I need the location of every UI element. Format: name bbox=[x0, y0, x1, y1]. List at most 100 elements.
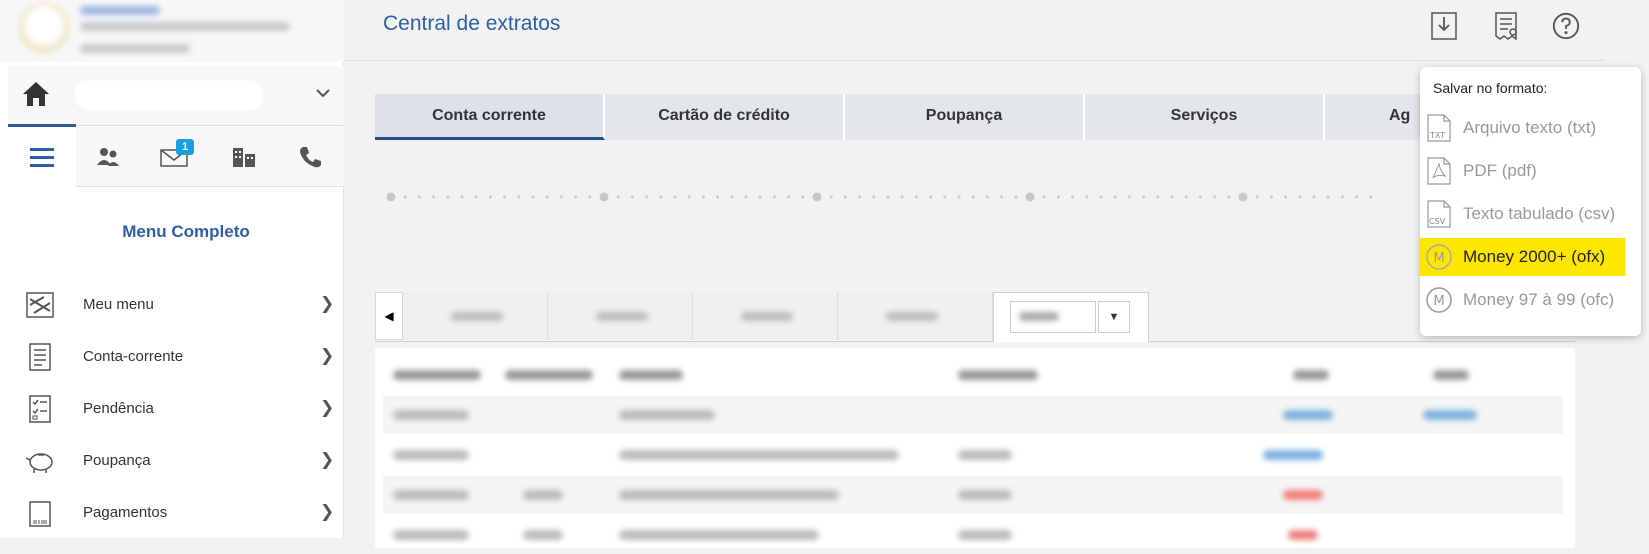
month-tab[interactable] bbox=[693, 292, 838, 340]
sidebar-item-pagamentos[interactable]: Pagamentos ❯ bbox=[0, 486, 344, 538]
page-title: Central de extratos bbox=[383, 12, 561, 35]
timeline-dot bbox=[1198, 195, 1202, 199]
timeline-dot bbox=[1014, 195, 1018, 199]
timeline-dot bbox=[1326, 195, 1330, 199]
messages-button[interactable] bbox=[154, 127, 194, 187]
timeline-dot bbox=[1284, 195, 1288, 199]
timeline-dot bbox=[645, 195, 649, 199]
timeline-dot bbox=[744, 195, 748, 199]
timeline-dot bbox=[900, 195, 904, 199]
save-txt-option[interactable]: TXT Arquivo texto (txt) bbox=[1420, 109, 1641, 147]
month-tabs: ◀ ▼ bbox=[375, 290, 1575, 342]
svg-text:M: M bbox=[1434, 294, 1445, 309]
sidebar-item-label: Conta-corrente bbox=[83, 348, 184, 365]
home-icon[interactable] bbox=[20, 78, 52, 110]
month-tab[interactable] bbox=[403, 292, 548, 340]
sidebar-item-pendencia[interactable]: Pendência ❯ bbox=[0, 382, 344, 434]
receipt-icon[interactable] bbox=[1491, 10, 1521, 42]
timeline-dot bbox=[474, 195, 478, 199]
timeline-dot bbox=[758, 195, 762, 199]
timeline-dot bbox=[1355, 195, 1359, 199]
chevron-down-icon[interactable] bbox=[314, 84, 332, 102]
timeline-dot bbox=[403, 195, 407, 199]
timeline-dot bbox=[985, 195, 990, 199]
help-icon[interactable] bbox=[1551, 10, 1581, 42]
tab-ag[interactable]: Ag bbox=[1325, 94, 1425, 140]
save-csv-option[interactable]: CSV Texto tabulado (csv) bbox=[1420, 195, 1641, 233]
piggy-bank-icon bbox=[25, 453, 53, 473]
timeline-dot bbox=[787, 195, 791, 199]
timeline-dot bbox=[588, 195, 592, 199]
timeline-dot bbox=[929, 195, 933, 199]
branches-button[interactable] bbox=[224, 127, 264, 187]
month-tab[interactable] bbox=[838, 292, 993, 340]
timeline-dot bbox=[687, 195, 691, 199]
timeline-marker[interactable] bbox=[812, 192, 822, 202]
timeline-dot bbox=[574, 195, 578, 199]
quick-icons: 1 bbox=[0, 127, 344, 187]
sidebar-item-label: Poupança bbox=[83, 452, 151, 469]
month-tab-active[interactable]: ▼ bbox=[993, 292, 1149, 342]
timeline-dot bbox=[1227, 195, 1231, 199]
timeline-dot bbox=[1312, 195, 1316, 199]
save-option-label: Money 97 à 99 (ofc) bbox=[1463, 290, 1615, 309]
timeline-dot bbox=[559, 195, 563, 199]
tab-poupanca[interactable]: Poupança bbox=[845, 94, 1085, 140]
sidebar-item-conta-corrente[interactable]: Conta-corrente ❯ bbox=[0, 330, 344, 382]
timeline-dot bbox=[503, 195, 507, 199]
sidebar-item-poupanca[interactable]: Poupança ❯ bbox=[0, 434, 344, 486]
timeline-marker[interactable] bbox=[599, 192, 609, 202]
sidebar-item-meu-menu[interactable]: Meu menu ❯ bbox=[0, 278, 344, 330]
svg-text:CSV: CSV bbox=[1429, 217, 1446, 226]
building-icon[interactable] bbox=[230, 145, 258, 169]
save-format-menu: Salvar no formato: TXT Arquivo texto (tx… bbox=[1420, 67, 1641, 336]
save-format-caption: Salvar no formato: bbox=[1433, 80, 1548, 96]
account-select[interactable] bbox=[74, 80, 264, 110]
menu-toggle[interactable] bbox=[8, 127, 76, 187]
timeline-dot bbox=[1340, 195, 1344, 199]
timeline-dot bbox=[1156, 195, 1160, 199]
sidebar-item-label: Pendência bbox=[83, 400, 154, 417]
phone-button[interactable] bbox=[290, 127, 330, 187]
period-slider[interactable] bbox=[383, 187, 1373, 207]
phone-icon[interactable] bbox=[297, 144, 323, 170]
page-header: Central de extratos bbox=[345, 0, 1605, 61]
statement-table bbox=[375, 348, 1575, 548]
timeline-dot bbox=[1056, 195, 1060, 199]
download-icon[interactable] bbox=[1429, 10, 1459, 42]
tab-conta-corrente[interactable]: Conta corrente bbox=[375, 94, 605, 140]
dropdown-arrow-icon[interactable]: ▼ bbox=[1098, 301, 1130, 333]
month-tab[interactable] bbox=[548, 292, 693, 340]
previous-month-button[interactable]: ◀ bbox=[375, 292, 403, 340]
table-row bbox=[383, 436, 1563, 474]
my-menu-icon bbox=[26, 292, 54, 318]
timeline-marker[interactable] bbox=[1025, 192, 1035, 202]
table-header bbox=[383, 356, 1563, 394]
month-select[interactable] bbox=[1010, 301, 1096, 333]
pdf-file-icon bbox=[1427, 157, 1451, 185]
sidebar-item-label: Pagamentos bbox=[83, 504, 168, 521]
timeline-marker[interactable] bbox=[386, 192, 396, 202]
tab-cartao-de-credito[interactable]: Cartão de crédito bbox=[605, 94, 845, 140]
timeline-dot bbox=[772, 195, 776, 199]
home-selector[interactable] bbox=[8, 66, 344, 126]
timeline-dot bbox=[446, 195, 450, 199]
timeline-dot bbox=[914, 195, 919, 199]
save-ofc-option[interactable]: M Money 97 à 99 (ofc) bbox=[1420, 281, 1641, 319]
save-pdf-option[interactable]: PDF (pdf) bbox=[1420, 152, 1641, 190]
timeline-dot bbox=[488, 195, 492, 199]
timeline-dot bbox=[1099, 195, 1103, 199]
timeline-dot bbox=[1369, 195, 1373, 199]
table-row bbox=[383, 516, 1563, 554]
notification-badge: 1 bbox=[176, 139, 194, 155]
hamburger-icon[interactable] bbox=[28, 145, 56, 169]
money-icon: M bbox=[1426, 244, 1452, 270]
timeline-dot bbox=[1071, 195, 1075, 199]
timeline-dot bbox=[1042, 195, 1046, 199]
barcode-icon bbox=[29, 501, 51, 527]
contacts-button[interactable] bbox=[88, 127, 128, 187]
tab-servicos[interactable]: Serviços bbox=[1085, 94, 1325, 140]
people-icon[interactable] bbox=[95, 145, 121, 169]
timeline-marker[interactable] bbox=[1238, 192, 1248, 202]
save-ofx-option[interactable]: M Money 2000+ (ofx) bbox=[1420, 238, 1625, 276]
